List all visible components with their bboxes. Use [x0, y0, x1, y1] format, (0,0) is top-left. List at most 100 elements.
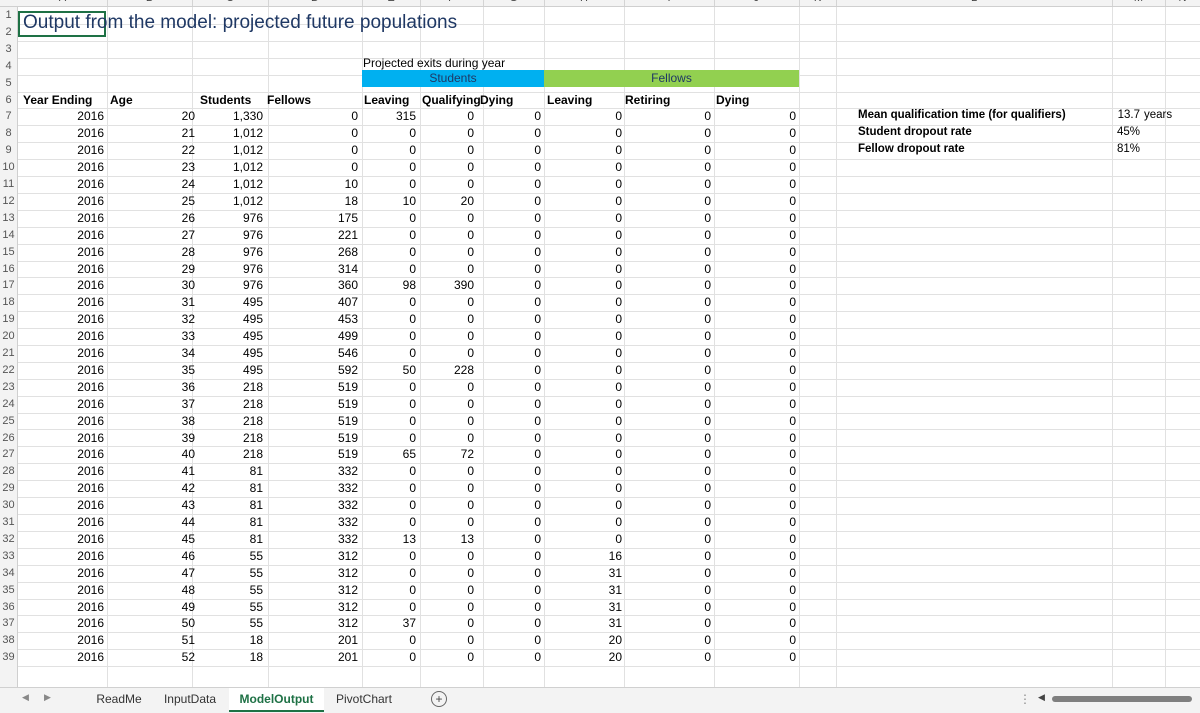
students-cell[interactable]: 976 — [243, 245, 263, 259]
row-number[interactable]: 35 — [0, 584, 17, 601]
tab-pivotchart[interactable]: PivotChart — [330, 688, 398, 710]
students-cell[interactable]: 1,012 — [233, 194, 263, 208]
year-ending-cell[interactable]: 2016 — [77, 346, 104, 360]
students-leaving-cell[interactable]: 0 — [409, 295, 416, 309]
age-cell[interactable]: 37 — [182, 397, 195, 411]
retiring-cell[interactable]: 0 — [704, 650, 711, 664]
header-fellows[interactable]: Fellows — [267, 93, 311, 107]
qualifying-cell[interactable]: 0 — [467, 262, 474, 276]
row-number[interactable]: 32 — [0, 533, 17, 550]
fellows-dying-cell[interactable]: 0 — [789, 515, 796, 529]
qualifying-cell[interactable]: 0 — [467, 600, 474, 614]
column-letter[interactable]: J — [714, 0, 799, 4]
qualifying-cell[interactable]: 0 — [467, 380, 474, 394]
students-dying-cell[interactable]: 0 — [534, 431, 541, 445]
year-ending-cell[interactable]: 2016 — [77, 295, 104, 309]
fellows-cell[interactable]: 332 — [338, 481, 358, 495]
retiring-cell[interactable]: 0 — [704, 380, 711, 394]
column-letter[interactable]: D — [268, 0, 362, 4]
row-number[interactable]: 34 — [0, 567, 17, 584]
year-ending-cell[interactable]: 2016 — [77, 464, 104, 478]
qualifying-cell[interactable]: 0 — [467, 414, 474, 428]
age-cell[interactable]: 43 — [182, 498, 195, 512]
row-number[interactable]: 26 — [0, 432, 17, 449]
students-leaving-cell[interactable]: 0 — [409, 414, 416, 428]
students-dying-cell[interactable]: 0 — [534, 245, 541, 259]
students-leaving-cell[interactable]: 0 — [409, 498, 416, 512]
year-ending-cell[interactable]: 2016 — [77, 532, 104, 546]
fellows-cell[interactable]: 312 — [338, 600, 358, 614]
students-leaving-cell[interactable]: 0 — [409, 600, 416, 614]
header-students-dying[interactable]: Dying — [480, 93, 513, 107]
row-number[interactable]: 14 — [0, 229, 17, 246]
row-number[interactable]: 4 — [0, 60, 17, 77]
header-retiring[interactable]: Retiring — [625, 93, 670, 107]
age-cell[interactable]: 20 — [182, 109, 195, 123]
fellows-cell[interactable]: 175 — [338, 211, 358, 225]
fellows-cell[interactable]: 332 — [338, 498, 358, 512]
fellows-cell[interactable]: 312 — [338, 566, 358, 580]
fellows-cell[interactable]: 0 — [351, 143, 358, 157]
row-number[interactable]: 18 — [0, 296, 17, 313]
year-ending-cell[interactable]: 2016 — [77, 481, 104, 495]
students-dying-cell[interactable]: 0 — [534, 515, 541, 529]
fellows-dying-cell[interactable]: 0 — [789, 262, 796, 276]
students-leaving-cell[interactable]: 0 — [409, 160, 416, 174]
fellows-cell[interactable]: 332 — [338, 532, 358, 546]
fellows-leaving-cell[interactable]: 0 — [615, 431, 622, 445]
qualifying-cell[interactable]: 0 — [467, 346, 474, 360]
row-number[interactable]: 1 — [0, 9, 17, 26]
row-number[interactable]: 6 — [0, 94, 17, 111]
column-letter[interactable]: E — [362, 0, 420, 4]
row-number[interactable]: 11 — [0, 178, 17, 195]
fellows-cell[interactable]: 519 — [338, 431, 358, 445]
summary-label[interactable]: Student dropout rate — [858, 126, 972, 138]
row-number[interactable]: 33 — [0, 550, 17, 567]
row-number[interactable]: 13 — [0, 212, 17, 229]
age-cell[interactable]: 26 — [182, 211, 195, 225]
fellows-leaving-cell[interactable]: 0 — [615, 143, 622, 157]
fellows-dying-cell[interactable]: 0 — [789, 414, 796, 428]
students-leaving-cell[interactable]: 0 — [409, 515, 416, 529]
retiring-cell[interactable]: 0 — [704, 363, 711, 377]
age-cell[interactable]: 49 — [182, 600, 195, 614]
students-cell[interactable]: 218 — [243, 397, 263, 411]
retiring-cell[interactable]: 0 — [704, 262, 711, 276]
fellows-cell[interactable]: 312 — [338, 616, 358, 630]
age-cell[interactable]: 32 — [182, 312, 195, 326]
fellows-leaving-cell[interactable]: 0 — [615, 211, 622, 225]
students-cell[interactable]: 18 — [250, 650, 263, 664]
fellows-dying-cell[interactable]: 0 — [789, 566, 796, 580]
students-leaving-cell[interactable]: 0 — [409, 650, 416, 664]
fellows-dying-cell[interactable]: 0 — [789, 498, 796, 512]
year-ending-cell[interactable]: 2016 — [77, 583, 104, 597]
students-cell[interactable]: 976 — [243, 278, 263, 292]
students-dying-cell[interactable]: 0 — [534, 211, 541, 225]
fellows-cell[interactable]: 360 — [338, 278, 358, 292]
retiring-cell[interactable]: 0 — [704, 583, 711, 597]
fellows-cell[interactable]: 519 — [338, 414, 358, 428]
students-leaving-cell[interactable]: 0 — [409, 329, 416, 343]
qualifying-cell[interactable]: 0 — [467, 566, 474, 580]
fellows-leaving-cell[interactable]: 20 — [609, 650, 622, 664]
age-cell[interactable]: 31 — [182, 295, 195, 309]
year-ending-cell[interactable]: 2016 — [77, 447, 104, 461]
fellows-leaving-cell[interactable]: 0 — [615, 447, 622, 461]
fellows-leaving-cell[interactable]: 0 — [615, 414, 622, 428]
fellows-leaving-cell[interactable]: 31 — [609, 566, 622, 580]
qualifying-cell[interactable]: 0 — [467, 177, 474, 191]
qualifying-cell[interactable]: 0 — [467, 211, 474, 225]
year-ending-cell[interactable]: 2016 — [77, 126, 104, 140]
fellows-cell[interactable]: 18 — [345, 194, 358, 208]
retiring-cell[interactable]: 0 — [704, 498, 711, 512]
column-letter[interactable]: A — [18, 0, 107, 4]
fellows-dying-cell[interactable]: 0 — [789, 228, 796, 242]
fellows-leaving-cell[interactable]: 0 — [615, 278, 622, 292]
fellows-dying-cell[interactable]: 0 — [789, 380, 796, 394]
tab-scroll-right-button[interactable]: ▶ — [44, 692, 51, 703]
fellows-dying-cell[interactable]: 0 — [789, 583, 796, 597]
students-dying-cell[interactable]: 0 — [534, 329, 541, 343]
header-fellows-leaving[interactable]: Leaving — [547, 93, 592, 107]
students-dying-cell[interactable]: 0 — [534, 397, 541, 411]
row-number[interactable]: 24 — [0, 398, 17, 415]
